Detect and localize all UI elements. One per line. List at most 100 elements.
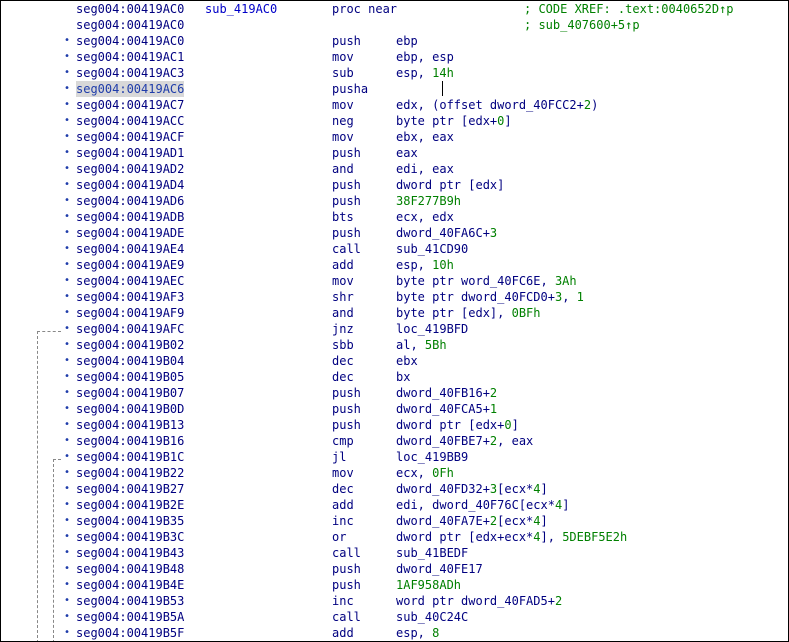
operands[interactable]: ecx, 0Fh	[396, 465, 454, 481]
instruction-row[interactable]: • seg004:00419B5F add esp, 8	[1, 625, 788, 641]
operands[interactable]: byte ptr [edx], 0BFh	[396, 305, 541, 321]
breakpoint-marker-icon[interactable]: •	[64, 49, 70, 65]
operands[interactable]: dword ptr [edx+ecx*4], 5DEBF5E2h	[396, 529, 627, 545]
operands[interactable]: edi, eax	[396, 161, 454, 177]
mnemonic[interactable]: call	[332, 241, 361, 257]
instruction-row[interactable]: • seg004:00419ADB bts ecx, edx	[1, 209, 788, 225]
instruction-row[interactable]: • seg004:00419B48 push dword_40FE17	[1, 561, 788, 577]
instruction-row[interactable]: • seg004:00419B1C jl loc_419BB9	[1, 449, 788, 465]
mnemonic[interactable]: dec	[332, 369, 354, 385]
mnemonic[interactable]: push	[332, 177, 361, 193]
breakpoint-marker-icon[interactable]: •	[64, 289, 70, 305]
operands[interactable]: al, 5Bh	[396, 337, 447, 353]
instruction-row[interactable]: • seg004:00419B22 mov ecx, 0Fh	[1, 465, 788, 481]
operands[interactable]: byte ptr [edx+0]	[396, 113, 512, 129]
instruction-row[interactable]: • seg004:00419B4E push 1AF958ADh	[1, 577, 788, 593]
mnemonic[interactable]: push	[332, 385, 361, 401]
operands[interactable]: ecx, edx	[396, 209, 454, 225]
instruction-row[interactable]: • seg004:00419B07 push dword_40FB16+2	[1, 385, 788, 401]
instruction-row[interactable]: • seg004:00419B5A call sub_40C24C	[1, 609, 788, 625]
operands[interactable]: dword_40FBE7+2, eax	[396, 433, 533, 449]
instruction-row[interactable]: • seg004:00419B2E add edi, dword_40F76C[ecx…	[1, 497, 788, 513]
instruction-row[interactable]: • seg004:00419AC7 mov edx, (offset dword_40…	[1, 97, 788, 113]
breakpoint-marker-icon[interactable]: •	[64, 465, 70, 481]
operands[interactable]: loc_419BFD	[396, 321, 468, 337]
operands[interactable]: byte ptr dword_40FCD0+3, 1	[396, 289, 584, 305]
breakpoint-marker-icon[interactable]: •	[64, 593, 70, 609]
mnemonic[interactable]: add	[332, 257, 354, 273]
breakpoint-marker-icon[interactable]: •	[64, 609, 70, 625]
instruction-row[interactable]: • seg004:00419AFC jnz loc_419BFD	[1, 321, 788, 337]
mnemonic[interactable]: mov	[332, 465, 354, 481]
mnemonic[interactable]: dec	[332, 353, 354, 369]
operands[interactable]: sub_41CD90	[396, 241, 468, 257]
mnemonic[interactable]: add	[332, 497, 354, 513]
breakpoint-marker-icon[interactable]: •	[64, 65, 70, 81]
breakpoint-marker-icon[interactable]: •	[64, 177, 70, 193]
operands[interactable]: dword_40FCA5+1	[396, 401, 497, 417]
mnemonic[interactable]: dec	[332, 481, 354, 497]
breakpoint-marker-icon[interactable]: •	[64, 513, 70, 529]
mnemonic[interactable]: push	[332, 193, 361, 209]
xref-row[interactable]: seg004:00419AC0 ; sub_407600+5↑p	[1, 17, 788, 33]
mnemonic[interactable]: sbb	[332, 337, 354, 353]
operands[interactable]: dword_40FD32+3[ecx*4]	[396, 481, 548, 497]
instruction-row[interactable]: • seg004:00419B05 dec bx	[1, 369, 788, 385]
instruction-row[interactable]: • seg004:00419AD4 push dword ptr [edx]	[1, 177, 788, 193]
instruction-row[interactable]: • seg004:00419AC1 mov ebp, esp	[1, 49, 788, 65]
operands[interactable]: edx, (offset dword_40FCC2+2)	[396, 97, 598, 113]
operands[interactable]: dword_40FA7E+2[ecx*4]	[396, 513, 548, 529]
operands[interactable]: dword_40FB16+2	[396, 385, 497, 401]
breakpoint-marker-icon[interactable]: •	[64, 257, 70, 273]
instruction-row[interactable]: • seg004:00419AD2 and edi, eax	[1, 161, 788, 177]
breakpoint-marker-icon[interactable]: •	[64, 305, 70, 321]
breakpoint-marker-icon[interactable]: •	[64, 225, 70, 241]
operands[interactable]: esp, 10h	[396, 257, 454, 273]
instruction-row[interactable]: • seg004:00419AF9 and byte ptr [edx], 0BFh	[1, 305, 788, 321]
breakpoint-marker-icon[interactable]: •	[64, 561, 70, 577]
breakpoint-marker-icon[interactable]: •	[64, 97, 70, 113]
instruction-row[interactable]: • seg004:00419AE9 add esp, 10h	[1, 257, 788, 273]
operands[interactable]: bx	[396, 369, 410, 385]
mnemonic[interactable]: push	[332, 577, 361, 593]
instruction-row[interactable]: • seg004:00419B53 inc word ptr dword_40FAD5…	[1, 593, 788, 609]
breakpoint-marker-icon[interactable]: •	[64, 545, 70, 561]
instruction-row[interactable]: • seg004:00419B27 dec dword_40FD32+3[ecx*4]	[1, 481, 788, 497]
operands[interactable]: loc_419BB9	[396, 449, 468, 465]
breakpoint-marker-icon[interactable]: •	[64, 145, 70, 161]
mnemonic[interactable]: or	[332, 529, 346, 545]
mnemonic[interactable]: jnz	[332, 321, 354, 337]
xref-comment[interactable]: ; CODE XREF: .text:0040652D↑p	[524, 1, 734, 17]
instruction-row[interactable]: • seg004:00419AC3 sub esp, 14h	[1, 65, 788, 81]
mnemonic[interactable]: call	[332, 545, 361, 561]
breakpoint-marker-icon[interactable]: •	[64, 369, 70, 385]
operands[interactable]: dword_40FE17	[396, 561, 483, 577]
mnemonic[interactable]: mov	[332, 273, 354, 289]
breakpoint-marker-icon[interactable]: •	[64, 209, 70, 225]
breakpoint-marker-icon[interactable]: •	[64, 129, 70, 145]
instruction-row[interactable]: • seg004:00419B3C or dword ptr [edx+ecx*4],…	[1, 529, 788, 545]
mnemonic[interactable]: inc	[332, 593, 354, 609]
instruction-row[interactable]: • seg004:00419AD1 push eax	[1, 145, 788, 161]
operands[interactable]: sub_40C24C	[396, 609, 468, 625]
instruction-row[interactable]: • seg004:00419AC0 push ebp	[1, 33, 788, 49]
mnemonic[interactable]: cmp	[332, 433, 354, 449]
breakpoint-marker-icon[interactable]: •	[64, 81, 70, 97]
operands[interactable]: dword ptr [edx]	[396, 177, 504, 193]
breakpoint-marker-icon[interactable]: •	[64, 241, 70, 257]
mnemonic[interactable]: and	[332, 161, 354, 177]
breakpoint-marker-icon[interactable]: •	[64, 33, 70, 49]
mnemonic[interactable]: pusha	[332, 81, 368, 97]
instruction-row[interactable]: • seg004:00419AEC mov byte ptr word_40FC6E,…	[1, 273, 788, 289]
mnemonic[interactable]: push	[332, 145, 361, 161]
mnemonic[interactable]: push	[332, 561, 361, 577]
mnemonic[interactable]: push	[332, 417, 361, 433]
operands[interactable]: dword ptr [edx+0]	[396, 417, 519, 433]
breakpoint-marker-icon[interactable]: •	[64, 321, 70, 337]
instruction-row[interactable]: • seg004:00419B02 sbb al, 5Bh	[1, 337, 788, 353]
operands[interactable]: dword_40FA6C+3	[396, 225, 497, 241]
operands[interactable]: 1AF958ADh	[396, 577, 461, 593]
mnemonic[interactable]: add	[332, 625, 354, 641]
breakpoint-marker-icon[interactable]: •	[64, 273, 70, 289]
instruction-row[interactable]: • seg004:00419AC6 pusha	[1, 81, 788, 97]
